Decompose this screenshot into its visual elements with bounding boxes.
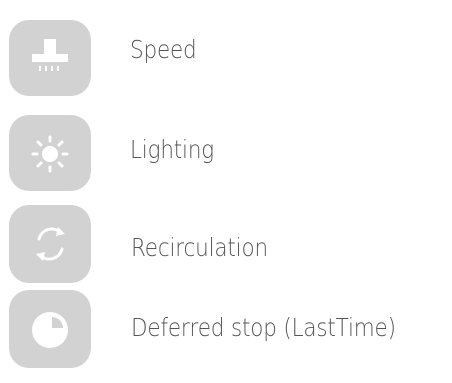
menu-item-lighting[interactable]: Lighting	[0, 113, 452, 193]
menu-item-label: Speed	[130, 35, 197, 64]
menu-item-deferred-stop[interactable]: Deferred stop (LastTime)	[0, 289, 452, 369]
menu-item-recirculation[interactable]: Recirculation	[0, 205, 452, 285]
hood-fan-speed-icon	[9, 20, 91, 96]
menu-item-label: Recirculation	[131, 233, 268, 262]
menu-item-speed[interactable]: Speed	[0, 12, 452, 96]
recirculation-arrows-icon	[9, 205, 91, 283]
menu-item-label: Lighting	[130, 135, 215, 164]
menu-item-label: Deferred stop (LastTime)	[131, 313, 396, 342]
light-sun-icon	[9, 115, 91, 191]
timer-pie-icon	[9, 290, 91, 368]
menu-list: Speed Lighting Recirculation Deferred st…	[0, 0, 452, 383]
